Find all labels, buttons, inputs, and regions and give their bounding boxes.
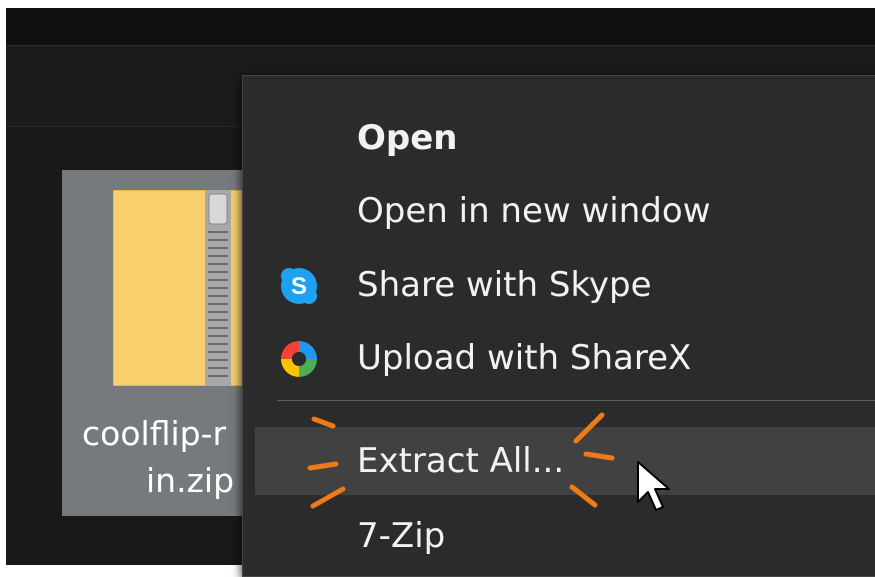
zip-folder-icon xyxy=(113,190,253,386)
menu-item-open-new-window[interactable]: Open in new window xyxy=(243,177,875,245)
menu-item-extract-all[interactable]: Extract All... xyxy=(255,427,875,495)
file-name-line1: coolflip-r xyxy=(82,414,227,453)
sharex-icon xyxy=(281,341,317,377)
menu-item-label: 7-Zip xyxy=(357,516,446,556)
menu-item-label: Extract All... xyxy=(357,441,565,481)
menu-item-share-skype[interactable]: S Share with Skype xyxy=(243,251,875,319)
menu-item-7zip[interactable]: 7-Zip xyxy=(243,502,875,570)
menu-item-open[interactable]: Open xyxy=(243,104,875,172)
skype-icon: S xyxy=(281,268,317,304)
menu-item-label: Share with Skype xyxy=(357,265,652,305)
menu-item-upload-sharex[interactable]: Upload with ShareX xyxy=(243,324,875,392)
svg-text:S: S xyxy=(291,273,307,300)
context-menu: Open Open in new window S Share with Sky… xyxy=(242,75,875,577)
menu-item-label: Open in new window xyxy=(357,191,711,231)
title-bar xyxy=(6,8,875,46)
menu-item-label: Upload with ShareX xyxy=(357,338,692,378)
menu-separator xyxy=(277,400,875,401)
menu-item-label: Open xyxy=(357,118,458,158)
